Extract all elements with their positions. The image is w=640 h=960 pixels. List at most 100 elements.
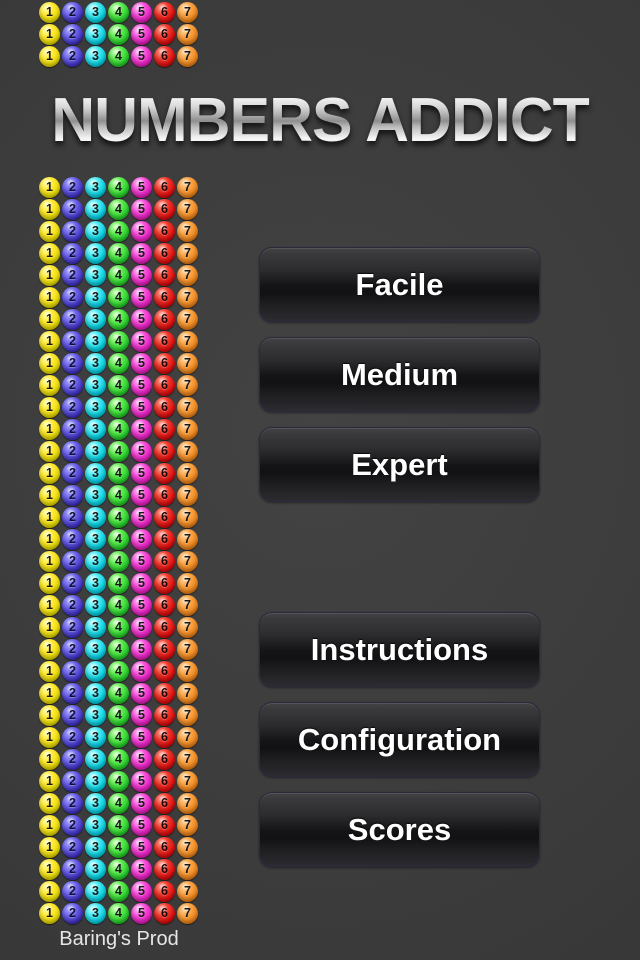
number-ball-label: 3	[92, 487, 99, 502]
number-ball-label: 6	[161, 531, 168, 546]
number-ball-label: 6	[161, 487, 168, 502]
difficulty-button-facile-label: Facile	[355, 266, 444, 302]
number-ball-5: 5	[131, 45, 152, 67]
number-ball-4: 4	[108, 308, 129, 330]
number-ball-1: 1	[39, 528, 60, 550]
number-ball-4: 4	[108, 45, 129, 67]
number-ball-label: 2	[69, 377, 76, 392]
number-ball-5: 5	[131, 462, 152, 484]
number-ball-7: 7	[177, 45, 198, 67]
number-ball-label: 2	[69, 333, 76, 348]
number-ball-6: 6	[154, 220, 175, 242]
number-ball-label: 6	[161, 179, 168, 194]
number-ball-label: 4	[115, 26, 122, 41]
number-ball-5: 5	[131, 198, 152, 220]
number-ball-1: 1	[39, 748, 60, 770]
number-ball-6: 6	[154, 286, 175, 308]
number-ball-5: 5	[131, 814, 152, 836]
number-ball-label: 7	[184, 641, 191, 656]
number-ball-1: 1	[39, 308, 60, 330]
number-ball-label: 3	[92, 179, 99, 194]
number-ball-label: 2	[69, 839, 76, 854]
number-ball-4: 4	[108, 572, 129, 594]
number-ball-5: 5	[131, 528, 152, 550]
number-ball-1: 1	[39, 660, 60, 682]
number-ball-5: 5	[131, 308, 152, 330]
number-ball-label: 6	[161, 333, 168, 348]
number-ball-label: 7	[184, 4, 191, 19]
number-ball-label: 4	[115, 509, 122, 524]
number-ball-label: 2	[69, 223, 76, 238]
number-ball-label: 1	[46, 355, 53, 370]
number-ball-label: 3	[92, 751, 99, 766]
number-ball-label: 5	[138, 729, 145, 744]
number-ball-1: 1	[39, 682, 60, 704]
number-ball-label: 4	[115, 487, 122, 502]
number-ball-2: 2	[62, 748, 83, 770]
number-ball-7: 7	[177, 660, 198, 682]
instructions-button[interactable]: Instructions	[259, 612, 540, 687]
number-ball-label: 6	[161, 26, 168, 41]
number-ball-label: 2	[69, 245, 76, 260]
number-ball-1: 1	[39, 286, 60, 308]
number-ball-label: 7	[184, 179, 191, 194]
configuration-button[interactable]: Configuration	[259, 702, 540, 777]
number-ball-2: 2	[62, 396, 83, 418]
number-ball-label: 6	[161, 509, 168, 524]
number-ball-1: 1	[39, 638, 60, 660]
difficulty-button-medium[interactable]: Medium	[259, 337, 540, 412]
number-ball-label: 4	[115, 707, 122, 722]
number-ball-label: 7	[184, 663, 191, 678]
number-ball-1: 1	[39, 616, 60, 638]
number-ball-label: 1	[46, 531, 53, 546]
number-ball-7: 7	[177, 594, 198, 616]
number-ball-3: 3	[85, 704, 106, 726]
number-ball-label: 7	[184, 751, 191, 766]
number-ball-label: 7	[184, 333, 191, 348]
number-ball-label: 1	[46, 487, 53, 502]
number-ball-label: 3	[92, 311, 99, 326]
number-ball-label: 5	[138, 421, 145, 436]
number-ball-6: 6	[154, 660, 175, 682]
scores-button[interactable]: Scores	[259, 792, 540, 867]
number-ball-label: 2	[69, 597, 76, 612]
number-ball-label: 7	[184, 377, 191, 392]
number-ball-3: 3	[85, 220, 106, 242]
number-ball-label: 1	[46, 289, 53, 304]
number-ball-label: 2	[69, 685, 76, 700]
number-ball-1: 1	[39, 418, 60, 440]
number-ball-6: 6	[154, 880, 175, 902]
number-ball-7: 7	[177, 484, 198, 506]
number-ball-4: 4	[108, 638, 129, 660]
number-ball-label: 5	[138, 575, 145, 590]
number-ball-1: 1	[39, 198, 60, 220]
number-ball-label: 1	[46, 443, 53, 458]
number-ball-5: 5	[131, 374, 152, 396]
number-ball-4: 4	[108, 1, 129, 23]
number-ball-5: 5	[131, 902, 152, 924]
number-ball-label: 4	[115, 4, 122, 19]
number-ball-2: 2	[62, 880, 83, 902]
number-ball-label: 7	[184, 201, 191, 216]
difficulty-button-expert[interactable]: Expert	[259, 427, 540, 502]
number-ball-label: 2	[69, 267, 76, 282]
number-ball-label: 6	[161, 201, 168, 216]
number-ball-2: 2	[62, 638, 83, 660]
number-ball-3: 3	[85, 550, 106, 572]
difficulty-button-facile[interactable]: Facile	[259, 247, 540, 322]
configuration-button-label: Configuration	[297, 721, 502, 757]
number-ball-5: 5	[131, 330, 152, 352]
number-ball-4: 4	[108, 440, 129, 462]
number-ball-label: 5	[138, 377, 145, 392]
number-ball-2: 2	[62, 550, 83, 572]
number-ball-label: 7	[184, 531, 191, 546]
number-ball-3: 3	[85, 462, 106, 484]
number-ball-label: 2	[69, 773, 76, 788]
number-ball-5: 5	[131, 23, 152, 45]
number-ball-label: 1	[46, 817, 53, 832]
number-ball-label: 1	[46, 751, 53, 766]
number-ball-5: 5	[131, 286, 152, 308]
number-ball-1: 1	[39, 726, 60, 748]
number-ball-label: 3	[92, 641, 99, 656]
number-ball-1: 1	[39, 506, 60, 528]
